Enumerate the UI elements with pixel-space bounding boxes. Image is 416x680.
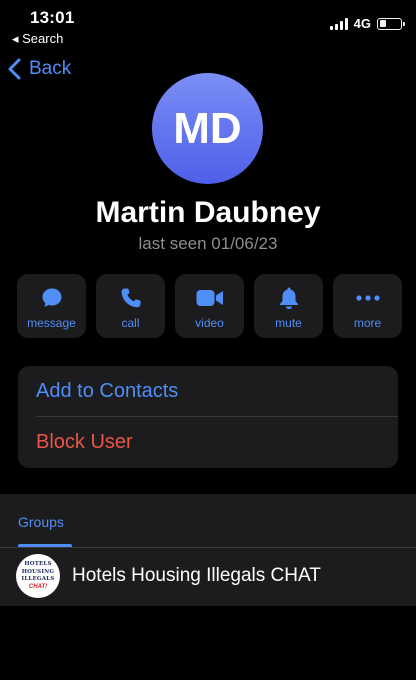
status-indicators: 4G [329,16,405,31]
block-user-button[interactable]: Block User [18,417,398,468]
message-icon [42,288,61,307]
phone-icon [121,288,140,308]
list-item[interactable]: HOTELS HOUSING ILLEGALS CHAT! Hotels Hou… [0,548,416,604]
bell-icon [279,287,298,309]
network-type: 4G [353,16,371,31]
status-time: 13:01 [30,8,75,27]
status-back-to-app[interactable]: ◂ Search [12,31,63,47]
group-avatar-line: HOTELS [24,561,52,568]
add-to-contacts-button[interactable]: Add to Contacts [18,366,398,417]
tab-groups[interactable]: Groups [18,514,64,530]
last-seen-status: last seen 01/06/23 [138,234,278,253]
groups-section: Groups HOTELS HOUSING ILLEGALS CHAT! Hot… [0,494,416,606]
chevron-left-icon [8,58,21,80]
call-label: call [121,316,140,330]
avatar[interactable]: MD [152,73,263,184]
battery-icon [377,17,405,30]
group-avatar-line: HOUSING [21,568,55,575]
more-label: more [353,316,382,330]
more-icon [355,295,380,301]
group-avatar-line: CHAT! [28,583,48,590]
mute-label: mute [275,316,302,330]
signal-icon [329,17,348,30]
mute-button[interactable]: mute [254,274,323,338]
action-row: message call video mute more [17,274,402,338]
more-button[interactable]: more [333,274,402,338]
call-button[interactable]: call [96,274,165,338]
message-label: message [27,316,76,330]
group-name: Hotels Housing Illegals CHAT [72,565,321,586]
back-label: Back [29,58,72,79]
message-button[interactable]: message [17,274,86,338]
video-button[interactable]: video [175,274,244,338]
group-avatar-line: ILLEGALS [21,576,55,583]
video-label: video [195,316,224,330]
contact-options-card: Add to Contacts Block User [18,366,398,468]
video-icon [196,290,223,306]
group-avatar: HOTELS HOUSING ILLEGALS CHAT! [16,554,60,598]
profile-name: Martin Daubney [95,196,321,229]
card-divider [36,416,398,417]
back-button[interactable]: Back [8,58,71,80]
